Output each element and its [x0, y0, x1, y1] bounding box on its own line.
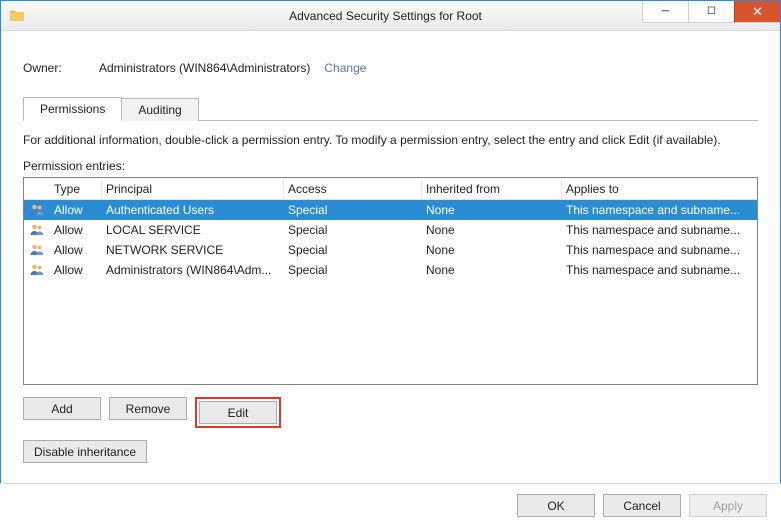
cell-principal: Administrators (WIN864\Adm... — [102, 263, 284, 277]
minimize-button[interactable]: ─ — [642, 1, 688, 23]
close-button[interactable]: ✕ — [734, 1, 780, 23]
edit-button[interactable]: Edit — [199, 401, 277, 424]
disable-inheritance-button[interactable]: Disable inheritance — [23, 440, 147, 463]
cell-inherited: None — [422, 223, 562, 237]
cell-inherited: None — [422, 243, 562, 257]
users-icon — [24, 242, 50, 258]
change-owner-link[interactable]: Change — [324, 61, 366, 75]
cell-inherited: None — [422, 203, 562, 217]
users-icon — [24, 262, 50, 278]
window-controls: ─ ☐ ✕ — [642, 1, 780, 23]
maximize-button[interactable]: ☐ — [688, 1, 734, 23]
cell-principal: LOCAL SERVICE — [102, 223, 284, 237]
owner-value: Administrators (WIN864\Administrators) — [99, 61, 310, 75]
apply-button[interactable]: Apply — [689, 494, 767, 517]
table-body: AllowAuthenticated UsersSpecialNoneThis … — [24, 200, 757, 280]
col-type[interactable]: Type — [50, 178, 102, 199]
col-principal[interactable]: Principal — [102, 178, 284, 199]
users-icon — [24, 202, 50, 218]
remove-button[interactable]: Remove — [109, 397, 187, 420]
cell-applies: This namespace and subname... — [562, 243, 757, 257]
cell-type: Allow — [50, 223, 102, 237]
table-row[interactable]: AllowAuthenticated UsersSpecialNoneThis … — [24, 200, 757, 220]
entries-label: Permission entries: — [23, 159, 758, 173]
cell-inherited: None — [422, 263, 562, 277]
cell-applies: This namespace and subname... — [562, 263, 757, 277]
table-header: Type Principal Access Inherited from App… — [24, 178, 757, 200]
entry-buttons-row: Add Remove Edit — [23, 397, 758, 428]
col-applies[interactable]: Applies to — [562, 178, 757, 199]
users-icon — [24, 222, 50, 238]
cell-principal: Authenticated Users — [102, 203, 284, 217]
edit-highlight-box: Edit — [195, 397, 281, 428]
disable-inheritance-row: Disable inheritance — [23, 440, 758, 463]
info-text: For additional information, double-click… — [23, 133, 758, 147]
cell-access: Special — [284, 223, 422, 237]
col-inherited[interactable]: Inherited from — [422, 178, 562, 199]
folder-icon — [9, 8, 25, 24]
dialog-footer: OK Cancel Apply — [0, 483, 781, 527]
col-access[interactable]: Access — [284, 178, 422, 199]
cell-type: Allow — [50, 203, 102, 217]
cell-principal: NETWORK SERVICE — [102, 243, 284, 257]
cell-access: Special — [284, 203, 422, 217]
cancel-button[interactable]: Cancel — [603, 494, 681, 517]
table-row[interactable]: AllowNETWORK SERVICESpecialNoneThis name… — [24, 240, 757, 260]
tab-permissions[interactable]: Permissions — [23, 97, 122, 121]
table-row[interactable]: AllowLOCAL SERVICESpecialNoneThis namesp… — [24, 220, 757, 240]
permission-entries-table: Type Principal Access Inherited from App… — [23, 177, 758, 385]
cell-access: Special — [284, 243, 422, 257]
cell-type: Allow — [50, 243, 102, 257]
cell-applies: This namespace and subname... — [562, 223, 757, 237]
cell-type: Allow — [50, 263, 102, 277]
tab-auditing[interactable]: Auditing — [121, 98, 198, 121]
tab-strip: Permissions Auditing — [23, 97, 758, 121]
titlebar: Advanced Security Settings for Root ─ ☐ … — [1, 1, 780, 31]
col-icon[interactable] — [24, 178, 50, 199]
ok-button[interactable]: OK — [517, 494, 595, 517]
dialog-content: Owner: Administrators (WIN864\Administra… — [1, 31, 780, 473]
owner-row: Owner: Administrators (WIN864\Administra… — [23, 61, 758, 75]
table-row[interactable]: AllowAdministrators (WIN864\Adm...Specia… — [24, 260, 757, 280]
cell-access: Special — [284, 263, 422, 277]
cell-applies: This namespace and subname... — [562, 203, 757, 217]
owner-label: Owner: — [23, 61, 99, 75]
add-button[interactable]: Add — [23, 397, 101, 420]
